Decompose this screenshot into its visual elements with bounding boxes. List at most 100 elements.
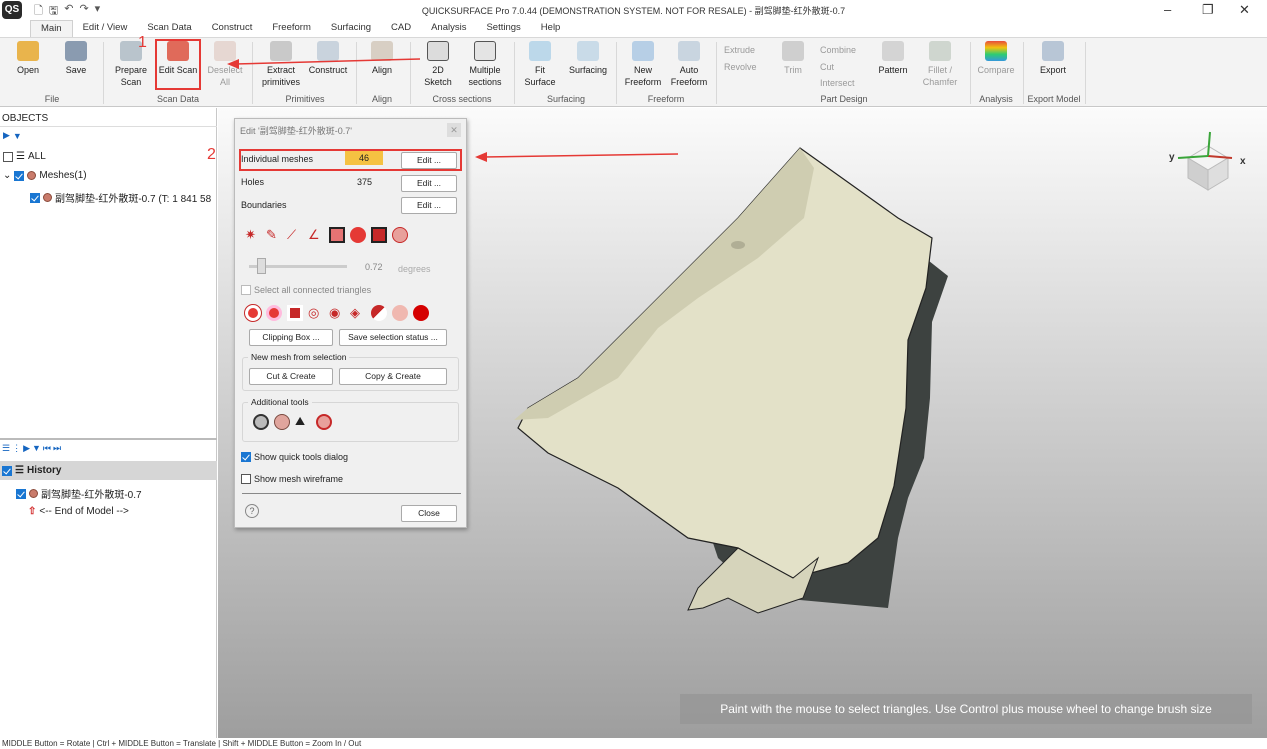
surfacing-button[interactable]: Surfacing bbox=[566, 41, 610, 76]
end-of-model[interactable]: ⇧ <-- End of Model --> bbox=[28, 506, 129, 517]
annotation-arrow-1 bbox=[227, 58, 421, 69]
show-quick-tools-row[interactable]: Show quick tools dialog bbox=[241, 452, 348, 462]
show-wireframe-row[interactable]: Show mesh wireframe bbox=[241, 474, 343, 484]
open-button[interactable]: Open bbox=[10, 41, 46, 76]
circle-select-icon[interactable] bbox=[350, 227, 366, 243]
holes-count: 375 bbox=[357, 177, 373, 187]
holes-label: Holes bbox=[241, 177, 265, 187]
forward-icon[interactable]: ⏭ bbox=[53, 443, 63, 453]
fillet-chamfer-button[interactable]: Fillet / Chamfer bbox=[918, 41, 962, 88]
trim-button[interactable]: Trim bbox=[778, 41, 808, 76]
angle-select-icon[interactable]: ∠ bbox=[308, 227, 324, 243]
fill-select-icon[interactable] bbox=[371, 227, 387, 243]
tab-help[interactable]: Help bbox=[531, 20, 571, 37]
delete-selection-icon[interactable] bbox=[413, 305, 429, 321]
close-dialog-button[interactable]: Close bbox=[401, 505, 457, 522]
brush-select-icon[interactable]: ✷ bbox=[245, 227, 261, 243]
tab-construct[interactable]: Construct bbox=[202, 20, 263, 37]
fillet-icon bbox=[929, 41, 951, 61]
smooth-tool-icon[interactable] bbox=[274, 414, 290, 430]
auto-freeform-button[interactable]: Auto Freeform bbox=[668, 41, 710, 88]
close-window-button[interactable]: ✕ bbox=[1239, 2, 1250, 18]
view-cube[interactable] bbox=[1168, 128, 1238, 198]
all-checkbox[interactable] bbox=[3, 151, 13, 162]
meshes-checkbox[interactable] bbox=[14, 170, 25, 181]
tab-freeform[interactable]: Freeform bbox=[262, 20, 321, 37]
filter-icon[interactable]: ▼ bbox=[13, 131, 22, 141]
compare-button[interactable]: Compare bbox=[974, 41, 1018, 76]
panel-splitter[interactable] bbox=[0, 438, 217, 440]
tab-analysis[interactable]: Analysis bbox=[421, 20, 476, 37]
pen-select-icon[interactable]: ✎ bbox=[266, 227, 282, 243]
select-all-icon[interactable] bbox=[244, 304, 262, 322]
rect-select-icon[interactable] bbox=[329, 227, 345, 243]
history-list-icon[interactable]: ☰ bbox=[2, 443, 12, 453]
show-wireframe-checkbox[interactable] bbox=[241, 474, 251, 484]
tree-item-mesh[interactable]: 副驾脚垫-红外散斑-0.7 (T: 1 841 58 bbox=[30, 190, 211, 205]
cut-button[interactable]: Cut bbox=[820, 62, 834, 72]
invert-selection-icon[interactable] bbox=[287, 305, 303, 321]
history-item-checkbox[interactable] bbox=[16, 488, 26, 499]
region-select-icon[interactable] bbox=[392, 227, 408, 243]
fit-surface-button[interactable]: Fit Surface bbox=[520, 41, 560, 88]
history-tree-icon[interactable]: ⋮ bbox=[12, 443, 23, 453]
intersect-button[interactable]: Intersect bbox=[820, 78, 855, 88]
objects-header: OBJECTS bbox=[0, 110, 217, 127]
tree-item-all[interactable]: ☰ ALL bbox=[3, 151, 46, 162]
hide-selection-icon[interactable]: ◎ bbox=[308, 305, 324, 321]
cut-create-button[interactable]: Cut & Create bbox=[249, 368, 333, 385]
show-quick-tools-checkbox[interactable] bbox=[241, 452, 251, 462]
restore-button[interactable]: ❐ bbox=[1202, 2, 1214, 18]
tab-settings[interactable]: Settings bbox=[476, 20, 530, 37]
new-freeform-button[interactable]: New Freeform bbox=[622, 41, 664, 88]
axis-x-label: x bbox=[1240, 156, 1246, 167]
multiple-sections-button[interactable]: Multiple sections bbox=[462, 41, 508, 88]
expand-all-icon[interactable]: ▶ bbox=[3, 130, 10, 141]
show-selection-icon[interactable]: ◉ bbox=[329, 305, 345, 321]
mirror-selection-icon[interactable]: ◈ bbox=[350, 305, 366, 321]
extrude-button[interactable]: Extrude bbox=[724, 45, 755, 55]
lasso-select-icon[interactable]: ⟋ bbox=[287, 227, 303, 243]
tab-edit-view[interactable]: Edit / View bbox=[73, 20, 138, 37]
dialog-close-icon[interactable]: ✕ bbox=[447, 123, 461, 137]
terrain-tool-icon[interactable]: ⛰ bbox=[295, 414, 311, 430]
group-label-file: File bbox=[44, 94, 60, 104]
group-label-export-model: Export Model bbox=[1027, 94, 1081, 104]
edit-boundaries-button[interactable]: Edit ... bbox=[401, 197, 457, 214]
select-connected-checkbox[interactable] bbox=[241, 285, 251, 295]
list-icon: ☰ bbox=[15, 465, 24, 476]
slash-tool-icon[interactable] bbox=[253, 414, 269, 430]
tab-main[interactable]: Main bbox=[30, 20, 73, 37]
history-filter-icon[interactable]: ▼ bbox=[32, 443, 43, 453]
history-expand-icon[interactable]: ▶ bbox=[23, 443, 32, 453]
fill-tool-icon[interactable] bbox=[316, 414, 332, 430]
combine-button[interactable]: Combine bbox=[820, 45, 856, 55]
minimize-button[interactable]: – bbox=[1164, 2, 1171, 17]
save-button[interactable]: Save bbox=[58, 41, 94, 76]
grow-selection-icon[interactable] bbox=[266, 305, 282, 321]
save-selection-button[interactable]: Save selection status ... bbox=[339, 329, 447, 346]
copy-create-button[interactable]: Copy & Create bbox=[339, 368, 447, 385]
split-selection-icon[interactable] bbox=[371, 305, 387, 321]
slider-thumb[interactable] bbox=[257, 258, 266, 274]
tree-item-meshes[interactable]: ⌄ Meshes(1) bbox=[3, 170, 87, 181]
help-icon[interactable]: ? bbox=[245, 504, 259, 518]
tab-cad[interactable]: CAD bbox=[381, 20, 421, 37]
dialog-title: Edit '副驾脚垫-红外散斑-0.7' bbox=[240, 126, 352, 136]
slider-unit: degrees bbox=[398, 264, 431, 274]
app-window: QS 🗋 🖫 ↶ ↷ ▾ QUICKSURFACE Pro 7.0.44 (DE… bbox=[0, 0, 1267, 749]
history-checkbox[interactable] bbox=[2, 465, 12, 476]
chevron-down-icon[interactable]: ⌄ bbox=[3, 170, 11, 181]
tab-surfacing[interactable]: Surfacing bbox=[321, 20, 381, 37]
mesh-checkbox[interactable] bbox=[30, 192, 40, 203]
clipping-box-button[interactable]: Clipping Box ... bbox=[249, 329, 333, 346]
revolve-button[interactable]: Revolve bbox=[724, 62, 757, 72]
pattern-button[interactable]: Pattern bbox=[874, 41, 912, 76]
export-button[interactable]: Export bbox=[1030, 41, 1076, 76]
history-item[interactable]: 副驾脚垫-红外散斑-0.7 bbox=[16, 486, 142, 501]
rewind-icon[interactable]: ⏮ bbox=[43, 443, 53, 453]
smooth-selection-icon[interactable] bbox=[392, 305, 408, 321]
select-connected-row[interactable]: Select all connected triangles bbox=[241, 285, 371, 295]
history-toolbar: ☰⋮▶▼⏮⏭ bbox=[0, 443, 217, 459]
edit-holes-button[interactable]: Edit ... bbox=[401, 175, 457, 192]
